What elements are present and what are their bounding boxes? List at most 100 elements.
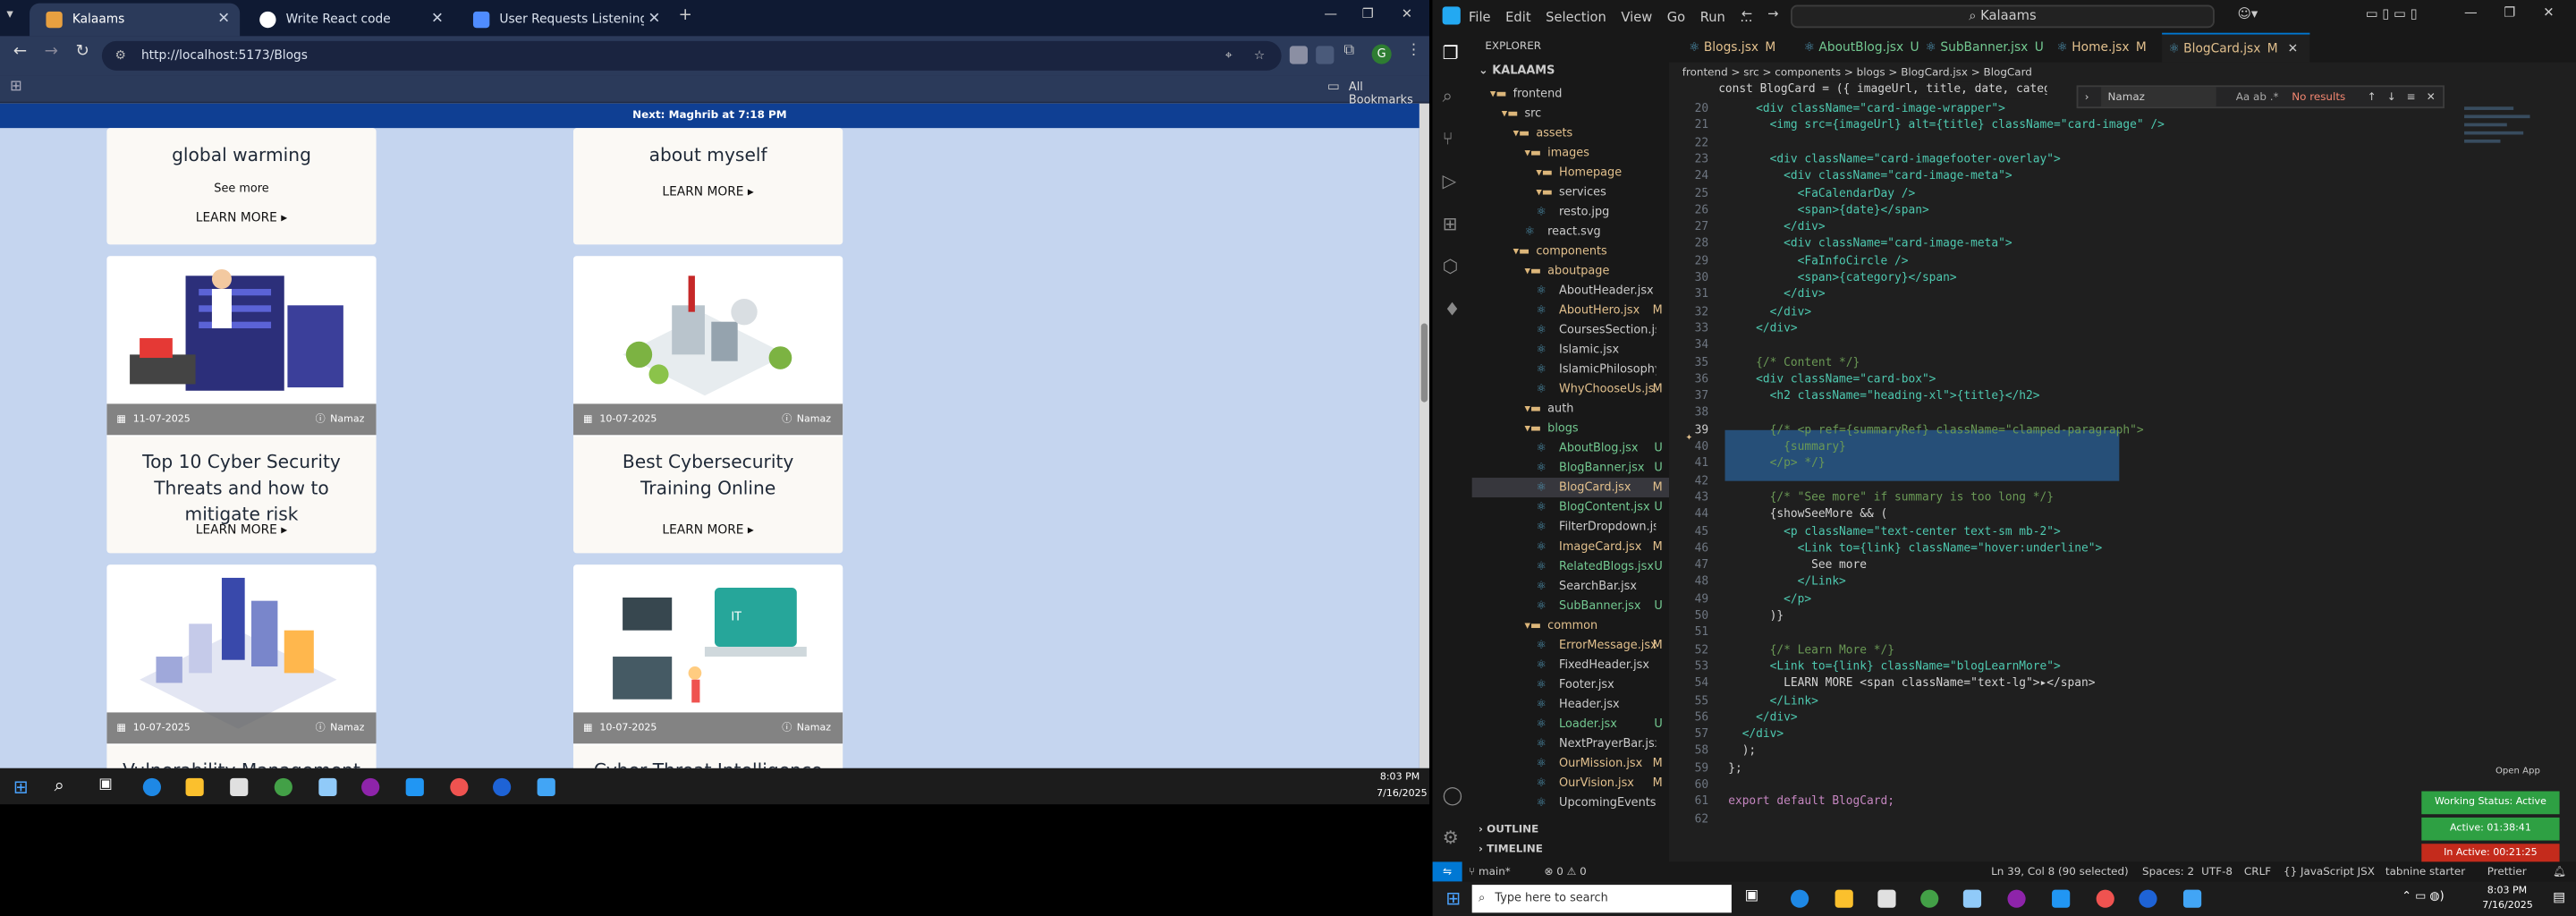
taskbar-search[interactable]: ⌕ Type here to search — [1471, 885, 1732, 913]
tree-file[interactable]: ⚛ Loader.jsx U — [1472, 714, 1669, 734]
tree-folder[interactable]: ▾▬ components — [1472, 242, 1669, 261]
source-control-icon[interactable]: ⑂ — [1443, 128, 1453, 149]
apps-grid-icon[interactable]: ⊞ — [10, 79, 22, 95]
windows-start-icon[interactable]: ⊞ — [1445, 888, 1461, 910]
code-line[interactable]: LEARN MORE <span className="text-lg">▸</… — [1728, 676, 2095, 690]
code-line[interactable]: <FaInfoCircle /> — [1728, 254, 1909, 267]
tree-file[interactable]: ⚛ NextPrayerBar.jsx — [1472, 734, 1669, 753]
clock-time[interactable]: 8:03 PM — [1380, 771, 1419, 783]
tree-folder[interactable]: ▾▬ services — [1472, 182, 1669, 202]
bookmark-star-icon[interactable]: ☆ — [1254, 41, 1265, 71]
code-line[interactable]: <Link to={link} className="blogLearnMore… — [1728, 660, 2061, 674]
code-line[interactable]: }; — [1728, 761, 1741, 775]
tree-folder[interactable]: ▾▬ assets — [1472, 123, 1669, 143]
code-line[interactable]: {/* <p ref={summaryRef} className="clamp… — [1728, 423, 2144, 437]
tree-file[interactable]: ⚛ UpcomingEvents.jsx — [1472, 793, 1669, 812]
chrome-icon[interactable] — [2096, 889, 2114, 908]
avatar[interactable]: G — [1371, 44, 1392, 64]
close-tab-icon[interactable]: ✕ — [217, 4, 230, 37]
editor-tab[interactable]: ⚛ Blogs.jsx M — [1682, 33, 1798, 63]
clock-time[interactable]: 8:03 PM — [2487, 885, 2527, 896]
learn-more-link[interactable]: LEARN MORE ▸ — [573, 522, 843, 538]
extension-icon[interactable] — [1316, 46, 1335, 64]
blog-card[interactable]: about myself LEARN MORE ▸ — [573, 128, 843, 245]
code-line[interactable]: <span>{category}</span> — [1728, 271, 1957, 284]
language-mode[interactable]: {} JavaScript JSX — [2284, 861, 2375, 881]
code-line[interactable]: {summary} — [1728, 440, 1846, 454]
code-line[interactable]: )} — [1728, 609, 1784, 623]
location-icon[interactable]: ⌖ — [1225, 41, 1233, 71]
chrome-icon[interactable] — [450, 777, 469, 797]
prettier-status[interactable]: Prettier — [2487, 861, 2527, 881]
windows-start-icon[interactable]: ⊞ — [13, 776, 29, 798]
indentation[interactable]: Spaces: 2 — [2142, 861, 2194, 881]
address-bar[interactable]: ⚙ http://localhost:5173/Blogs ⌖ ☆ — [101, 40, 1282, 71]
breadcrumb[interactable]: frontend > src > components > blogs > Bl… — [1669, 63, 2576, 82]
tree-file[interactable]: ⚛ RelatedBlogs.jsx U — [1472, 556, 1669, 576]
tree-file[interactable]: ⚛ Header.jsx — [1472, 694, 1669, 714]
outline-section[interactable]: › OUTLINE — [1479, 822, 1538, 835]
tray-icons[interactable]: ⌃ ▭ ◍) — [2402, 890, 2444, 903]
learn-more-link[interactable]: LEARN MORE ▸ — [106, 210, 376, 225]
tree-file[interactable]: ⚛ resto.jpg — [1472, 202, 1669, 222]
tree-file[interactable]: ⚛ react.svg — [1472, 222, 1669, 242]
app-icon[interactable] — [537, 777, 555, 797]
clock-date[interactable]: 7/16/2025 — [2482, 900, 2533, 912]
close-window-icon[interactable]: ✕ — [1402, 6, 1412, 21]
code-line[interactable]: <FaCalendarDay /> — [1728, 186, 1916, 199]
code-line[interactable]: </p> */} — [1728, 457, 1826, 471]
search-icon[interactable]: ⌕ — [55, 775, 64, 798]
close-window-icon[interactable]: ✕ — [2543, 5, 2554, 21]
minimize-icon[interactable]: — — [2464, 5, 2478, 21]
task-view-icon[interactable]: ▣ — [1745, 888, 1759, 904]
code-line[interactable]: <div className="card-image-meta"> — [1728, 237, 2012, 250]
code-line[interactable]: <div className="card-box"> — [1728, 372, 1936, 386]
tab-user-requests[interactable]: User Requests Listening Assista ✕ — [457, 4, 671, 37]
blog-card[interactable]: ▦ 11-07-2025 ⓘ Namaz Top 10 Cyber Securi… — [106, 256, 377, 554]
code-line[interactable]: </Link> — [1728, 693, 1818, 707]
menu-file[interactable]: File — [1469, 9, 1491, 24]
code-line[interactable]: {/* Learn More */} — [1728, 643, 1894, 657]
minimap[interactable] — [2464, 102, 2543, 200]
copilot-icon[interactable]: ☺▾ — [2238, 6, 2258, 21]
run-debug-icon[interactable]: ▷ — [1443, 171, 1457, 192]
tree-file[interactable]: ⚛ AboutHeader.jsx — [1472, 281, 1669, 301]
tree-file[interactable]: ⚛ FilterDropdown.jsx — [1472, 517, 1669, 537]
explorer-icon[interactable]: ❐ — [1443, 43, 1459, 64]
tree-folder[interactable]: ▾▬ common — [1472, 615, 1669, 635]
menu-run[interactable]: Run — [1700, 9, 1725, 24]
zoom-icon[interactable] — [493, 777, 512, 797]
menu-go[interactable]: Go — [1667, 9, 1685, 24]
code-line[interactable]: <span>{date}</span> — [1728, 203, 1929, 216]
nav-back-icon[interactable]: ← — [1741, 6, 1752, 21]
restore-icon[interactable]: ❐ — [2504, 5, 2515, 21]
docker-icon[interactable]: ⬡ — [1443, 256, 1459, 277]
menu-selection[interactable]: Selection — [1546, 9, 1606, 24]
code-line[interactable]: <h2 className="heading-xl">{title}</h2> — [1728, 389, 2040, 403]
task-view-icon[interactable]: ▣ — [98, 776, 113, 793]
tree-file[interactable]: ⚛ WhyChooseUs.jsx M — [1472, 379, 1669, 399]
close-tab-icon[interactable]: ✕ — [431, 4, 444, 37]
editor-tab[interactable]: ⚛ SubBanner.jsx U — [1919, 33, 2044, 63]
code-editor[interactable]: frontend > src > components > blogs > Bl… — [1669, 62, 2576, 862]
editor-tab[interactable]: ⚛ Home.jsx M — [2050, 33, 2165, 63]
code-line[interactable]: </div> — [1728, 727, 1784, 741]
code-line[interactable]: </p> — [1728, 592, 1811, 606]
code-line[interactable]: <p className="text-center text-sm mb-2"> — [1728, 524, 2061, 538]
tree-folder[interactable]: ▾▬ auth — [1472, 399, 1669, 419]
app-icon[interactable] — [2182, 889, 2202, 908]
line-endings[interactable]: CRLF — [2244, 861, 2271, 881]
extensions-puzzle-icon[interactable]: ⧉ — [1343, 43, 1354, 59]
editor-tab[interactable]: ⚛ AboutBlog.jsx U — [1797, 33, 1919, 63]
code-line[interactable]: </div> — [1728, 305, 1811, 318]
tree-file[interactable]: ⚛ SearchBar.jsx — [1472, 576, 1669, 596]
learn-more-link[interactable]: LEARN MORE ▸ — [106, 522, 376, 538]
code-line[interactable]: </div> — [1728, 220, 1825, 233]
code-line[interactable]: See more — [1728, 558, 1867, 572]
github-icon[interactable] — [2007, 889, 2026, 908]
editor-tab[interactable]: ⚛ BlogCard.jsx M ✕ — [2162, 32, 2310, 63]
code-line[interactable]: <img src={imageUrl} alt={title} classNam… — [1728, 119, 2165, 132]
tree-file[interactable]: ⚛ ErrorMessage.jsx M — [1472, 635, 1669, 655]
tree-file[interactable]: ⚛ IslamicPhilosophy.jsx — [1472, 360, 1669, 379]
extension-icon[interactable] — [1289, 46, 1309, 64]
